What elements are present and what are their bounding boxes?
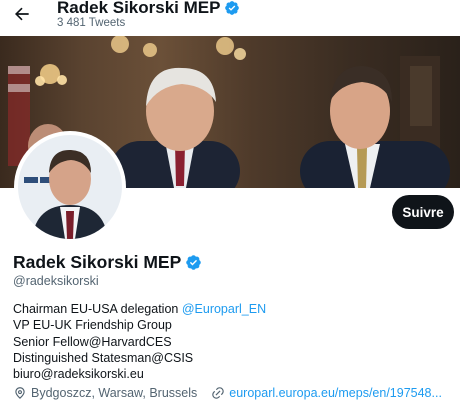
- location-pin-icon: [13, 386, 27, 400]
- arrow-left-icon: [15, 7, 29, 21]
- mention-link[interactable]: @Europarl_EN: [182, 302, 266, 316]
- back-button[interactable]: [10, 2, 34, 26]
- avatar[interactable]: [14, 131, 126, 243]
- bio-line: Distinguished Statesman@CSIS: [13, 350, 194, 365]
- bio-line: VP EU-UK Friendship Group: [13, 318, 172, 333]
- location-text: Bydgoszcz, Warsaw, Brussels: [31, 386, 198, 400]
- profile-meta: Bydgoszcz, Warsaw, Brussels europarl.eur…: [13, 386, 442, 400]
- profile-bio: Chairman EU-USA delegation @Europarl_EN …: [13, 301, 453, 382]
- header-title: Radek Sikorski MEP: [57, 0, 240, 18]
- avatar-photo: [18, 135, 122, 239]
- profile-name: Radek Sikorski MEP: [13, 252, 202, 273]
- display-name: Radek Sikorski MEP: [13, 252, 182, 272]
- bio-line: Chairman EU-USA delegation @Europarl_EN: [13, 301, 453, 317]
- verified-badge-icon[interactable]: [185, 254, 202, 271]
- tweet-count: 3 481 Tweets: [57, 17, 126, 29]
- bio-line: biuro@radeksikorski.eu: [13, 367, 144, 382]
- header-name: Radek Sikorski MEP: [57, 0, 221, 17]
- bio-text: Chairman EU-USA delegation: [13, 302, 182, 316]
- link-icon: [211, 386, 225, 400]
- top-bar: Radek Sikorski MEP 3 481 Tweets: [0, 0, 460, 36]
- profile-handle: @radeksikorski: [13, 274, 99, 288]
- follow-button[interactable]: Suivre: [392, 195, 454, 229]
- website-link[interactable]: europarl.europa.eu/meps/en/197548...: [229, 386, 442, 400]
- bio-line: Senior Fellow@HarvardCES: [13, 334, 172, 349]
- verified-badge-icon: [224, 0, 240, 16]
